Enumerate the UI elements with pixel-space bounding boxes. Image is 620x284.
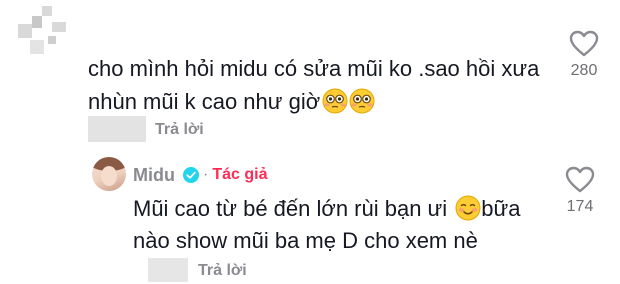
reply-button[interactable]: Trả lời bbox=[155, 121, 204, 139]
like-button[interactable]: 280 bbox=[562, 30, 606, 80]
comment-text-line-2: nào show mũi ba mẹ D cho xem nè bbox=[133, 228, 478, 253]
verified-check-icon bbox=[183, 167, 199, 183]
comment-text: nhùn mũi k cao như giờ bbox=[88, 89, 321, 114]
comment-text: bữa bbox=[481, 196, 521, 221]
like-count: 280 bbox=[570, 62, 598, 79]
comment-text-line-1: cho mình hỏi midu có sửa mũi ko .sao hồi… bbox=[88, 56, 540, 81]
like-count: 174 bbox=[566, 198, 594, 215]
author-row: Midu · Tác giả bbox=[133, 164, 267, 186]
avatar[interactable] bbox=[92, 157, 126, 191]
author-name[interactable]: Midu bbox=[133, 165, 175, 186]
reply-button[interactable]: Trả lời bbox=[198, 262, 247, 280]
blurred-commenter-avatar[interactable] bbox=[18, 6, 76, 56]
like-button[interactable]: 174 bbox=[558, 166, 602, 216]
heart-outline-icon bbox=[569, 30, 599, 57]
flushed-face-emoji-icon bbox=[322, 88, 376, 123]
author-badge: Tác giả bbox=[212, 166, 268, 183]
separator-dot: · bbox=[203, 166, 209, 183]
blurred-area bbox=[88, 116, 146, 142]
comment-text: Mũi cao từ bé đến lớn rùi bạn ưi bbox=[133, 196, 448, 221]
avatar-face bbox=[101, 166, 117, 186]
heart-outline-icon bbox=[565, 166, 595, 193]
blurred-area bbox=[148, 258, 188, 282]
